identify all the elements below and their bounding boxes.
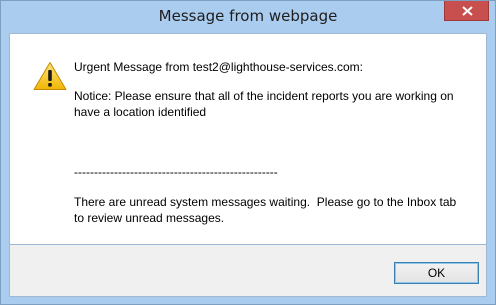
message-body: Urgent Message from test2@lighthouse-ser…	[9, 33, 487, 245]
unread-messages-text: There are unread system messages waiting…	[74, 195, 457, 225]
separator-line: ----------------------------------------…	[74, 165, 278, 179]
close-icon	[462, 6, 473, 16]
message-header: Urgent Message from test2@lighthouse-ser…	[74, 60, 363, 74]
notice-text: Notice: Please ensure that all of the in…	[74, 89, 454, 119]
ok-button[interactable]: OK	[394, 262, 479, 284]
dialog-window: Message from webpage Urgent Message from…	[0, 0, 496, 305]
close-button[interactable]	[444, 1, 489, 21]
title-bar[interactable]: Message from webpage	[1, 1, 495, 33]
warning-icon	[33, 62, 67, 90]
button-bar: OK	[9, 245, 487, 297]
dialog-title: Message from webpage	[158, 7, 338, 25]
